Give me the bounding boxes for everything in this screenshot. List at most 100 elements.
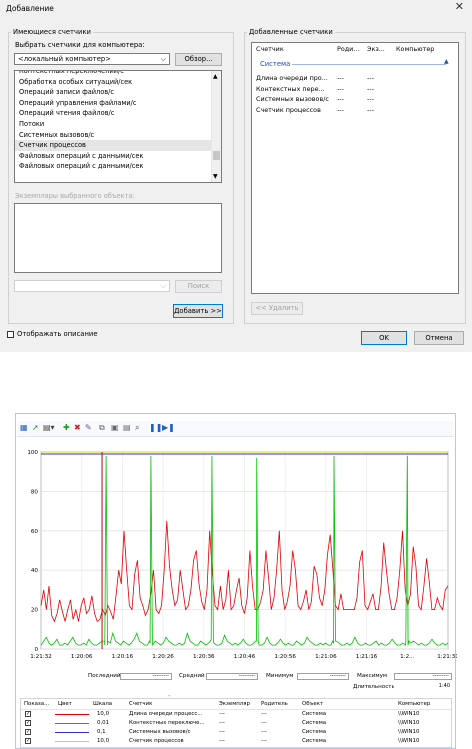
col-computer[interactable]: Компьютер	[396, 43, 434, 55]
scroll-down-icon[interactable]: ▼	[213, 173, 218, 180]
added-counter-parent: ---	[337, 74, 344, 82]
search-button[interactable]: Поиск	[175, 280, 222, 293]
highlight-icon[interactable]: ✎	[85, 423, 92, 433]
delete-counter-icon[interactable]: ✖	[74, 423, 81, 433]
legend-row[interactable]: ✓ 0,1 Системных вызовов/с --- --- Система \\WI…	[21, 728, 451, 737]
legend-col-scale[interactable]: Шкала	[93, 701, 112, 707]
legend-col-object[interactable]: Объект	[302, 701, 323, 707]
legend-col-instance[interactable]: Экземпляр	[219, 701, 250, 707]
legend-object: Система	[302, 711, 327, 717]
y-tick-label: 40	[31, 568, 39, 574]
added-counters-list[interactable]: Счетчик Роди... Экз... Компьютер Система…	[251, 42, 459, 294]
legend-row[interactable]: ✓ 0,01 Контекстных переключе... --- --- Систе…	[21, 719, 451, 728]
select-computer-label: Выбрать счетчики для компьютера:	[15, 41, 145, 49]
added-counter-name: Длина очереди про...	[256, 74, 328, 82]
added-counter-name: Счетчик процессов	[256, 105, 321, 114]
avg-value: ---------	[206, 673, 258, 680]
max-label: Максимум	[357, 673, 388, 679]
legend-col-show[interactable]: Показа...	[24, 701, 49, 707]
add-button[interactable]: Добавить >>	[173, 304, 223, 318]
added-counter-row[interactable]: Счетчик процессов --- ---	[256, 105, 456, 116]
add-counter-icon[interactable]: ✚	[63, 423, 70, 433]
legend-header: Показа... Цвет Шкала Счетчик Экземпляр Р…	[21, 695, 451, 710]
legend-object: Система	[302, 720, 327, 726]
added-counter-row[interactable]: Системных вызовов/с --- ---	[256, 94, 456, 105]
legend-scale: 0,01	[97, 720, 110, 726]
counter-list-item[interactable]: Операций записи файлов/с	[15, 87, 221, 98]
category-system[interactable]: Система	[260, 60, 290, 68]
show-checkbox[interactable]: ✓	[25, 729, 31, 735]
show-checkbox[interactable]: ✓	[25, 720, 31, 726]
legend-counter: Контекстных переключе...	[129, 720, 205, 726]
next-frame-icon[interactable]: ▶❚	[162, 423, 175, 433]
close-icon[interactable]: ✕	[455, 1, 464, 12]
counter-list-item[interactable]: Контекстных переключений/с	[15, 71, 221, 77]
col-parent[interactable]: Роди...	[337, 43, 359, 55]
legend-row[interactable]: ✓ 10,0 Длина очереди процесс... --- --- Систе…	[21, 710, 451, 719]
show-description-label: Отображать описание	[17, 330, 98, 338]
added-counter-parent: ---	[337, 105, 344, 114]
x-tick-label: 1:20:46	[234, 654, 256, 660]
show-checkbox[interactable]: ✓	[25, 711, 31, 717]
legend-col-parent[interactable]: Родитель	[261, 701, 288, 707]
zoom-icon[interactable]: ⌕	[135, 423, 139, 433]
ok-button[interactable]: OK	[361, 331, 407, 345]
legend-col-counter[interactable]: Счетчик	[129, 701, 152, 707]
added-counter-instance: ---	[367, 84, 374, 93]
paste-counters-icon[interactable]: ▣	[111, 423, 119, 433]
added-counter-name: Системных вызовов/с	[256, 95, 329, 103]
view-graph-icon[interactable]: ▦	[20, 423, 28, 433]
added-counters-label: Добавленные счетчики	[247, 28, 335, 36]
counters-list: Контекстных переключений/с Обработка особ…	[15, 71, 221, 172]
added-counter-row[interactable]: Длина очереди про... --- ---	[256, 73, 456, 84]
counter-list-item[interactable]: Счетчик процессов	[15, 140, 221, 151]
counter-list-item[interactable]: Файловых операций с данными/сек	[15, 151, 221, 162]
show-description-checkbox[interactable]	[7, 331, 14, 338]
counter-list-item[interactable]: Операций управления файлами/с	[15, 98, 221, 109]
instance-search-combobox[interactable]: ⌵	[14, 280, 170, 292]
legend-counter: Системных вызовов/с	[129, 729, 191, 735]
added-counter-name: Контекстных пере...	[256, 84, 325, 93]
added-rows: Длина очереди про... --- --- Контекстных пе…	[256, 73, 456, 115]
collapse-icon[interactable]: ▲	[444, 58, 449, 65]
added-counter-row[interactable]: Контекстных пере... --- ---	[256, 84, 456, 95]
scroll-up-icon[interactable]: ▲	[213, 73, 218, 80]
refresh-icon[interactable]: ➚	[32, 423, 39, 433]
legend-instance: ---	[219, 738, 225, 744]
computer-combobox[interactable]: <локальный компьютер> ⌵	[14, 53, 170, 65]
added-counter-instance: ---	[367, 74, 374, 82]
scroll-thumb[interactable]	[213, 151, 220, 160]
counter-list-item[interactable]: Потоки	[15, 119, 221, 130]
sort-indicator-icon: ⌃	[167, 695, 172, 701]
min-value: ---------	[297, 673, 349, 680]
browse-button[interactable]: Обзор...	[175, 53, 222, 66]
show-checkbox[interactable]: ✓	[25, 738, 31, 744]
counter-list-item[interactable]: Файловых операций с данными/сек	[15, 161, 221, 172]
cancel-button[interactable]: Отмена	[414, 331, 464, 345]
legend-row[interactable]: ✓ 10,0 Счетчик процессов --- --- Система \\WIN…	[21, 737, 451, 746]
counters-scrollbar[interactable]: ▲ ▼	[211, 71, 221, 182]
properties-icon[interactable]: ▤	[123, 423, 131, 433]
legend-parent: ---	[261, 729, 267, 735]
counters-listbox[interactable]: Контекстных переключений/с Обработка особ…	[14, 70, 222, 183]
counter-list-item[interactable]: Системных вызовов/с	[15, 130, 221, 141]
col-instance[interactable]: Экз...	[367, 43, 385, 55]
copy-properties-icon[interactable]: ⧉	[99, 423, 105, 433]
legend-parent: ---	[261, 738, 267, 744]
counter-list-item[interactable]: Обработка особых ситуаций/сек	[15, 77, 221, 88]
remove-button[interactable]: << Удалить	[251, 302, 303, 315]
instances-listbox[interactable]	[14, 203, 222, 273]
counter-list-item[interactable]: Операций чтения файлов/с	[15, 108, 221, 119]
last-value: ---------	[120, 673, 172, 680]
added-list-header: Счетчик Роди... Экз... Компьютер	[252, 43, 458, 55]
col-counter[interactable]: Счетчик	[256, 43, 284, 55]
legend-col-color[interactable]: Цвет	[58, 701, 72, 707]
color-swatch	[55, 723, 89, 724]
line-chart: 100 80 60 40 20 01:21:32 1:20:06 1:20:16 1:20:26…	[27, 450, 457, 660]
added-counter-parent: ---	[337, 95, 344, 103]
pause-icon[interactable]: ❚❚	[149, 423, 162, 433]
legend-col-computer[interactable]: Компьютер	[398, 701, 430, 707]
chart-type-icon[interactable]: ▤▾	[43, 423, 55, 433]
performance-monitor: ▦ ➚ ▤▾ ✚ ✖ ✎ ⧉ ▣ ▤ ⌕ ❚❚ ▶❚ 100 80 60 40 20 0 1…	[15, 413, 457, 749]
x-tick-label: 1:21:06	[315, 654, 337, 660]
